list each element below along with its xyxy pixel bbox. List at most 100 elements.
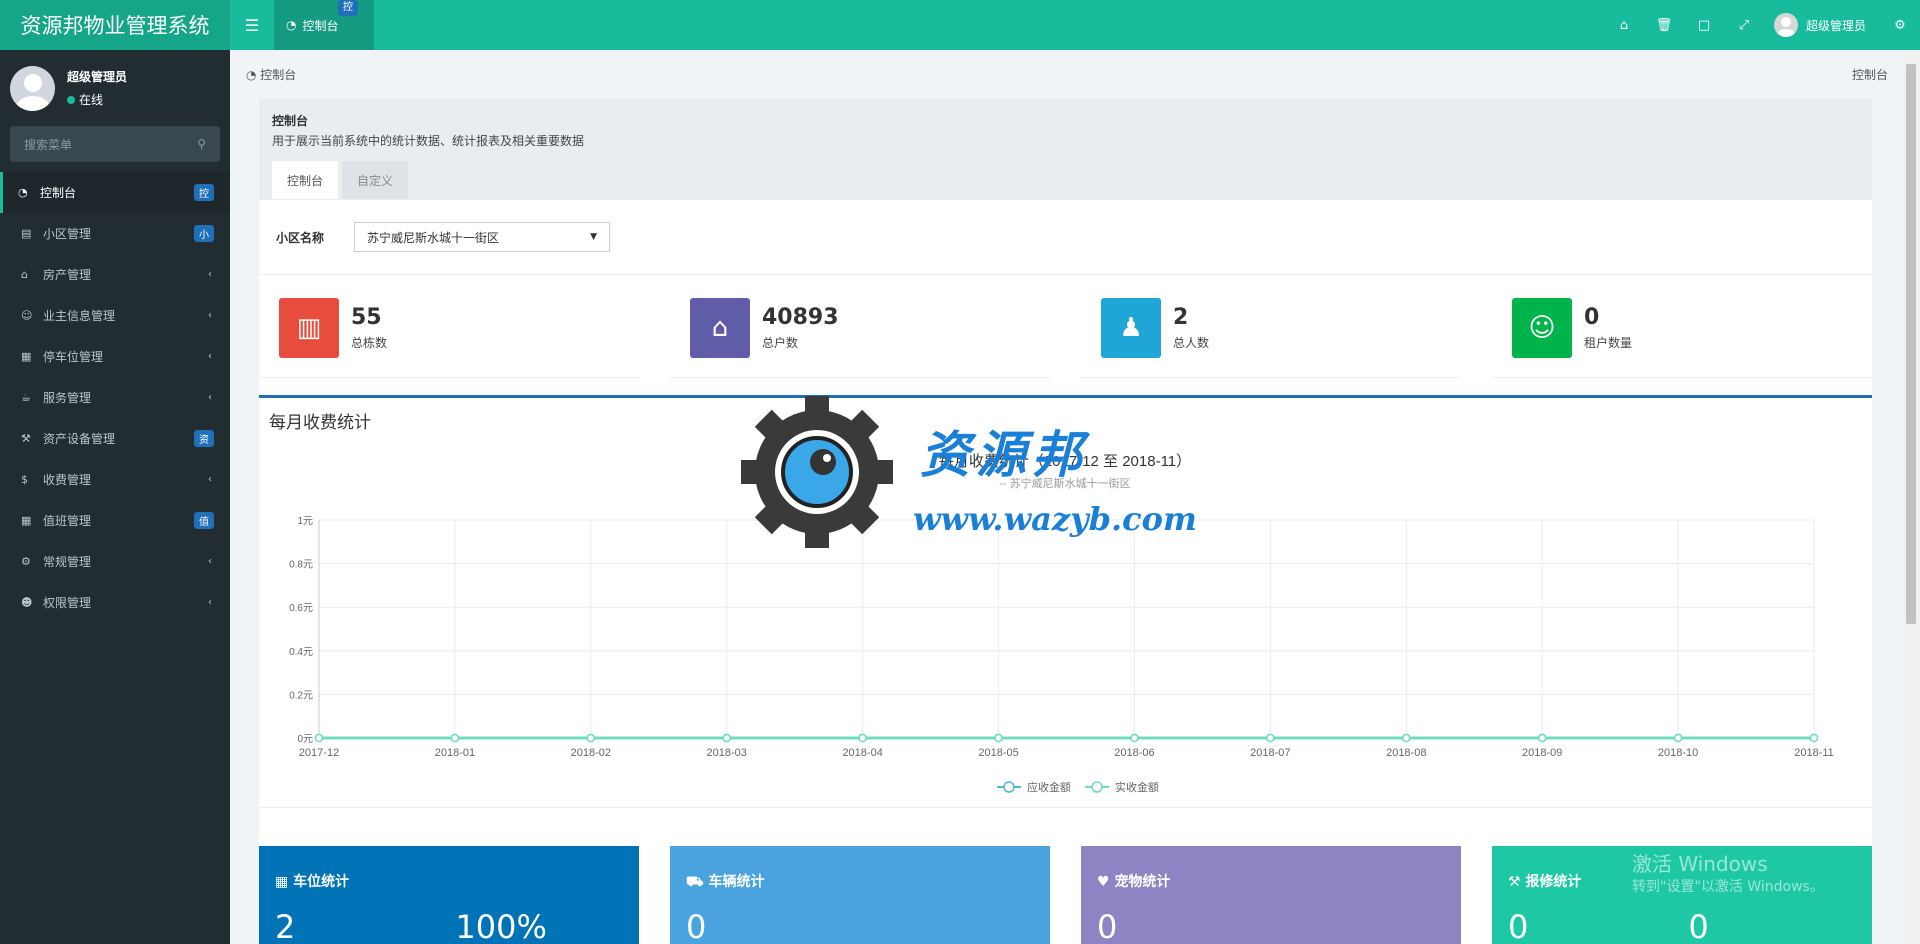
stats-row: ▥ 55 总栋数 ⌂ 40893 总户数 ♟ 2 总人数 ☺ 0 租户数量 [259,278,1872,380]
tab-dashboard[interactable]: ◔ 控制台 控 [274,0,374,50]
chevron-left-icon: ‹ [208,310,212,321]
summary-card-title: ⛟ 车辆统计 [686,871,1034,892]
app-logo[interactable]: 资源邦物业管理系统 [0,0,230,50]
breadcrumb-left[interactable]: ◔ 控制台 [246,66,296,83]
sidebar-menu: ◔ 控制台 控 ▤ 小区管理 小 ⌂ 房产管理 ‹ ☺ 业主信息管理 ‹ ▦ 停车位管理 ‹ ☕ 服务管理 ‹ ⚒ 资… [0,172,230,623]
bottom-cards: ▦ 车位统计 2 100% ⛟ 车辆统计 0 ♥ 宠物统计 0 ⚒ 报修统计 0 0 [259,846,1872,944]
page-scrollbar[interactable] [1902,50,1920,944]
sidebar-item[interactable]: ▦ 值班管理 值 [0,500,230,541]
sidebar-item[interactable]: ◔ 控制台 控 [0,172,230,213]
chevron-left-icon: ‹ [208,556,212,567]
breadcrumb-right: 控制台 [1851,67,1888,82]
search-input[interactable]: 搜索菜单 ⚲ [10,126,220,162]
stat-value: 2 [1173,304,1189,330]
sidebar-item[interactable]: ▦ 停车位管理 ‹ [0,336,230,377]
panel-description: 用于展示当前系统中的统计数据、统计报表及相关重要数据 [272,134,585,148]
panel-title: 控制台 [272,114,309,128]
x-tick-label: 2018-11 [1794,747,1834,759]
top-navbar: 资源邦物业管理系统 ☰ ◔ 控制台 控 ⌂ 🗑 □ ⤢ 超级管理员 ⚙ [0,0,1920,50]
user-menu[interactable]: 超级管理员 [1764,0,1880,50]
data-point [586,733,596,743]
filter-label: 小区名称 [276,230,325,245]
stat-label: 总户数 [762,335,799,350]
online-dot-icon [67,95,75,104]
sidebar-item[interactable]: $ 收费管理 ‹ [0,459,230,500]
data-point [1130,733,1139,743]
sidebar: 超级管理员 在线 搜索菜单 ⚲ ◔ 控制台 控 ▤ 小区管理 小 ⌂ 房产管理 ‹ ☺ 业主信息管理… [0,50,230,944]
avatar [1773,13,1798,37]
sidebar-item[interactable]: ⚙ 常规管理 ‹ [0,541,230,582]
chevron-left-icon: ‹ [208,597,212,608]
watermark-url: www.wazyb.com [913,500,1197,538]
caret-down-icon: ▼ [590,232,598,242]
stat-value: 40893 [762,304,839,330]
community-filter: 小区名称 苏宁威尼斯水城十一街区 ▼ [259,200,1872,275]
sidebar-item[interactable]: ☺ 业主信息管理 ‹ [0,295,230,336]
translate-icon[interactable]: □ [1684,0,1724,50]
building-icon: ▥ [279,297,339,358]
dashboard-icon: ◔ [246,67,261,82]
user-icon: ☺ [21,309,33,322]
sidebar-item[interactable]: ⚒ 资产设备管理 资 [0,418,230,459]
x-tick-label: 2018-04 [842,747,882,759]
sidebar-item[interactable]: ⌂ 房产管理 ‹ [0,254,230,295]
x-tick-label: 2017-12 [299,747,339,759]
search-icon[interactable]: ⚲ [197,137,206,151]
legend-label: 应收金额 [1027,780,1071,794]
data-point [1537,733,1547,743]
summary-card-value: 2 [275,908,296,944]
x-tick-label: 2018-01 [435,747,475,759]
home-icon: ⌂ [21,268,28,281]
heart-icon: ♥ [1097,874,1115,890]
y-tick-label: 0.2元 [289,690,313,701]
stat-value: 0 [1584,304,1600,330]
stat-card: ⌂ 40893 总户数 [670,278,1050,378]
sidebar-item[interactable]: ☻ 权限管理 ‹ [0,582,230,623]
x-tick-label: 2018-08 [1386,747,1426,759]
data-point [314,733,324,743]
scroll-thumb[interactable] [1906,64,1916,624]
community-select[interactable]: 苏宁威尼斯水城十一街区 ▼ [354,222,611,252]
gears-icon[interactable]: ⚙ [1880,0,1920,50]
summary-card-label: 车位统计 [293,874,350,890]
data-point [450,733,460,743]
sidebar-user-name: 超级管理员 [67,70,128,84]
main-content: ◔ 控制台 控制台 控制台 用于展示当前系统中的统计数据、统计报表及相关重要数据… [230,50,1902,944]
watermark-text: 资源邦 [920,425,1088,484]
y-tick-label: 0元 [297,734,313,745]
data-point [1402,733,1411,743]
trash-icon[interactable]: 🗑 [1644,0,1684,50]
y-tick-label: 0.8元 [289,560,313,571]
user-name: 超级管理员 [1805,18,1866,33]
film-icon: ▦ [21,350,32,363]
chevron-left-icon: ‹ [208,269,212,280]
coffee-icon: ☕ [21,391,31,404]
tab-custom[interactable]: 自定义 [342,161,409,199]
tab-dashboard[interactable]: 控制台 [272,161,339,199]
truck-icon: ⛟ [686,874,709,890]
film-icon: ▦ [275,874,294,890]
stat-card: ▥ 55 总栋数 [259,278,639,378]
sidebar-item-label: 值班管理 [43,514,92,528]
sidebar-item-label: 控制台 [40,186,77,200]
stat-label: 总栋数 [351,335,388,350]
data-point [722,733,731,743]
menu-toggle-button[interactable]: ☰ [230,0,274,50]
chevron-left-icon: ‹ [208,392,212,403]
summary-card-title: ♥ 宠物统计 [1097,871,1445,891]
sidebar-item-label: 服务管理 [43,391,92,405]
summary-card-value: 0 [686,908,707,944]
sidebar-item-label: 权限管理 [43,596,92,610]
y-tick-label: 1元 [297,516,313,527]
summary-card-label: 报修统计 [1525,874,1582,890]
windows-activation-text: 转到"设置"以激活 Windows。 [1632,879,1824,895]
x-tick-label: 2018-02 [571,747,611,759]
x-tick-label: 2018-07 [1250,747,1290,759]
summary-card-label: 车辆统计 [708,874,765,890]
fullscreen-icon[interactable]: ⤢ [1724,0,1764,50]
home-icon[interactable]: ⌂ [1604,0,1644,50]
sidebar-item[interactable]: ☕ 服务管理 ‹ [0,377,230,418]
summary-card-value: 0 [1688,908,1709,944]
sidebar-item[interactable]: ▤ 小区管理 小 [0,213,230,254]
watermark-gear-logo [741,396,893,548]
